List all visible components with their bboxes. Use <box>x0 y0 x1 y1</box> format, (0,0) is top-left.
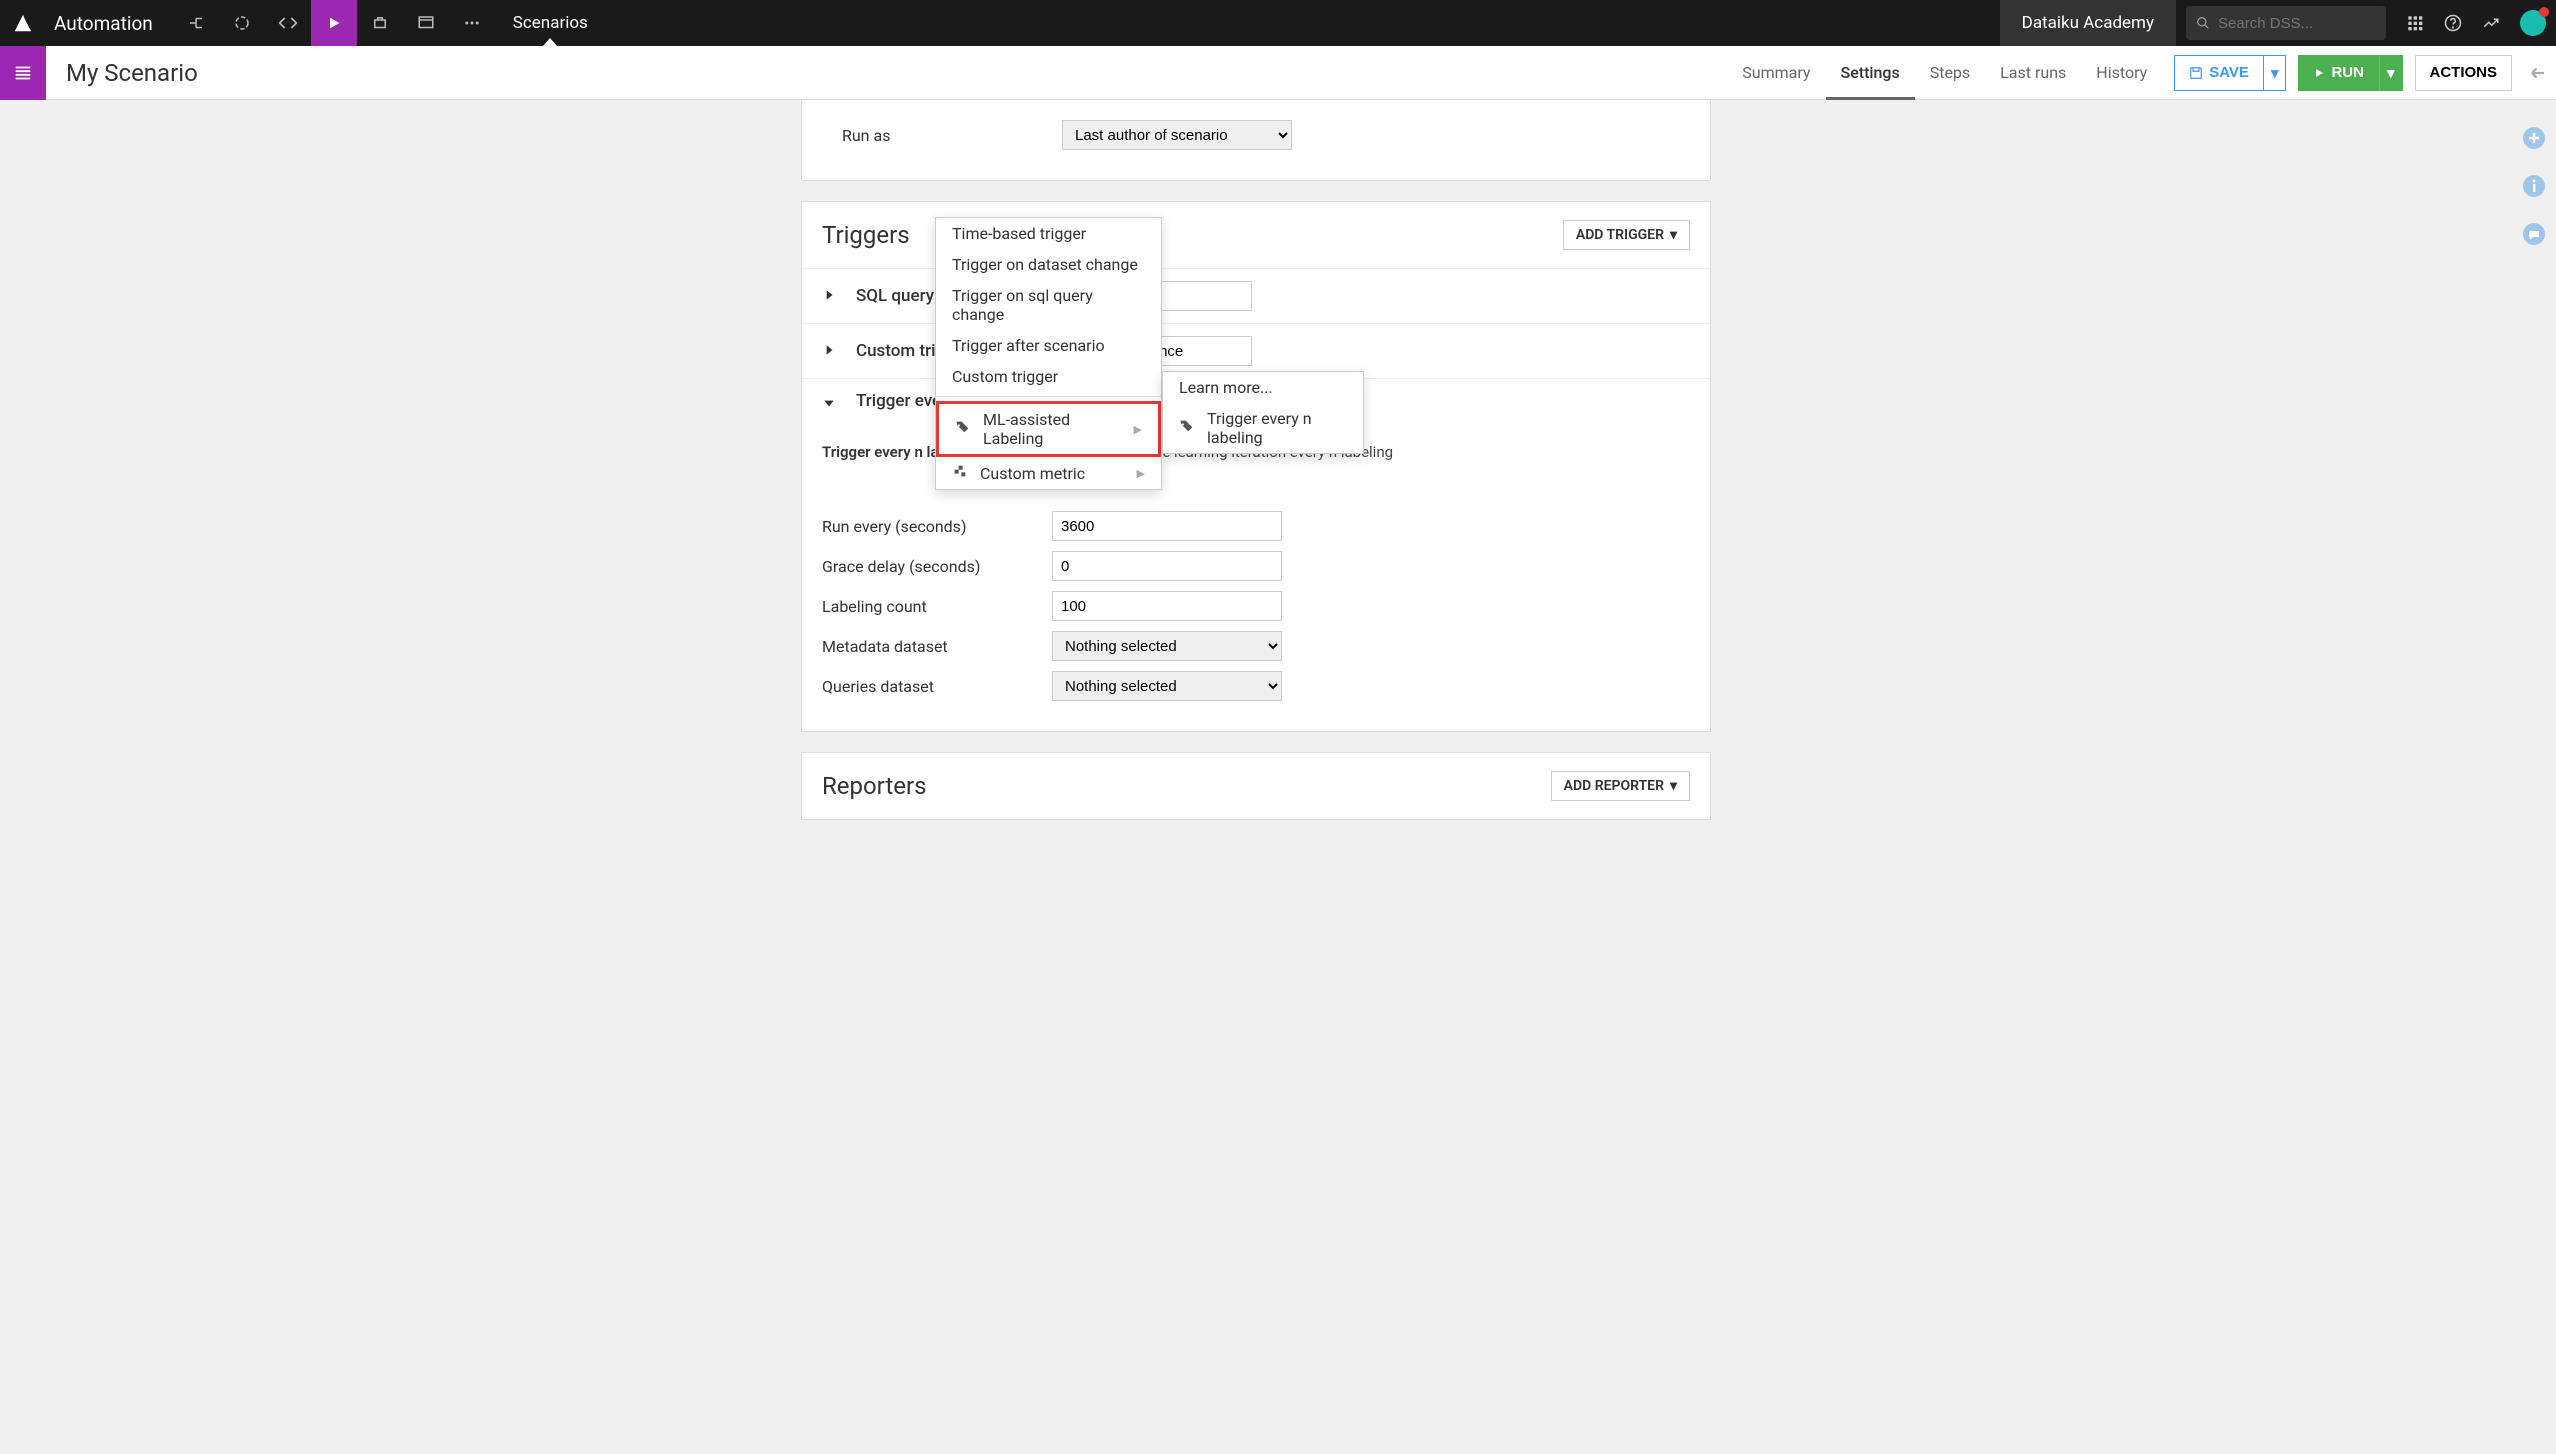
grace-delay-input[interactable] <box>1052 551 1282 581</box>
notification-dot <box>2539 7 2549 17</box>
field-label: Grace delay (seconds) <box>822 557 1052 576</box>
ml-labeling-submenu: Learn more... Trigger every n labeling <box>1162 371 1364 454</box>
submenu-caret-icon: ▶ <box>1134 423 1142 436</box>
field-label: Labeling count <box>822 597 1052 616</box>
field-label: Metadata dataset <box>822 637 1052 656</box>
tab-summary[interactable]: Summary <box>1727 46 1825 100</box>
collapse-panel-icon[interactable] <box>2520 64 2556 82</box>
save-dropdown[interactable]: ▾ <box>2264 55 2287 91</box>
plugin-icon <box>952 463 968 483</box>
runas-select[interactable]: Last author of scenario <box>1062 120 1292 150</box>
section-title: Automation <box>54 12 153 35</box>
scenario-title: My Scenario <box>66 59 198 87</box>
code-icon[interactable] <box>265 0 311 46</box>
field-label: Queries dataset <box>822 677 1052 696</box>
add-reporter-button[interactable]: ADD REPORTER ▾ <box>1551 771 1690 801</box>
play-icon <box>2313 67 2325 79</box>
add-circle-icon[interactable] <box>2520 124 2548 152</box>
play-icon[interactable] <box>311 0 357 46</box>
runas-label: Run as <box>842 126 1062 145</box>
submenu-trigger-n[interactable]: Trigger every n labeling <box>1163 403 1363 453</box>
search-icon <box>2196 15 2210 31</box>
expand-chevron-icon[interactable] <box>822 342 840 361</box>
dashboard-icon[interactable] <box>403 0 449 46</box>
submenu-caret-icon: ▶ <box>1137 467 1145 480</box>
dropdown-item-time[interactable]: Time-based trigger <box>936 218 1161 249</box>
save-button[interactable]: SAVE <box>2174 55 2264 91</box>
tags-icon <box>1179 418 1195 438</box>
triggers-heading: Triggers <box>822 221 910 249</box>
nav-scenarios[interactable]: Scenarios <box>495 0 606 46</box>
chat-circle-icon[interactable] <box>2520 220 2548 248</box>
collapse-chevron-icon[interactable] <box>822 395 840 414</box>
submenu-learn-more[interactable]: Learn more... <box>1163 372 1363 403</box>
labeling-count-input[interactable] <box>1052 591 1282 621</box>
dropdown-item-ml[interactable]: ML-assisted Labeling ▶ <box>936 401 1161 457</box>
tab-lastruns[interactable]: Last runs <box>1985 46 2081 100</box>
search-box[interactable] <box>2186 6 2386 40</box>
run-every-input[interactable] <box>1052 511 1282 541</box>
info-circle-icon[interactable] <box>2520 172 2548 200</box>
job-icon[interactable] <box>357 0 403 46</box>
tab-settings[interactable]: Settings <box>1826 46 1915 100</box>
field-label: Run every (seconds) <box>822 517 1052 536</box>
dropdown-item-custom[interactable]: Custom trigger <box>936 361 1161 392</box>
caret-down-icon: ▾ <box>1670 778 1677 794</box>
tab-steps[interactable]: Steps <box>1915 46 1985 100</box>
actions-button[interactable]: ACTIONS <box>2415 55 2513 91</box>
dropdown-item-metric[interactable]: Custom metric ▶ <box>936 457 1161 489</box>
run-dropdown[interactable]: ▾ <box>2379 55 2403 91</box>
reporters-heading: Reporters <box>822 772 927 800</box>
dropdown-item-after[interactable]: Trigger after scenario <box>936 330 1161 361</box>
more-icon[interactable] <box>449 0 495 46</box>
flow-icon[interactable] <box>173 0 219 46</box>
queries-select[interactable]: Nothing selected <box>1052 671 1282 701</box>
activity-icon[interactable] <box>2472 0 2510 46</box>
run-button[interactable]: RUN <box>2298 55 2379 91</box>
metadata-select[interactable]: Nothing selected <box>1052 631 1282 661</box>
tab-history[interactable]: History <box>2081 46 2162 100</box>
add-trigger-button[interactable]: ADD TRIGGER ▾ <box>1563 220 1690 250</box>
apps-icon[interactable] <box>2396 0 2434 46</box>
caret-down-icon: ▾ <box>1670 227 1677 243</box>
dataiku-logo[interactable] <box>0 12 46 34</box>
search-input[interactable] <box>2218 15 2376 32</box>
tags-icon <box>955 419 971 439</box>
save-icon <box>2189 66 2203 80</box>
help-icon[interactable] <box>2434 0 2472 46</box>
expand-chevron-icon[interactable] <box>822 287 840 306</box>
user-avatar[interactable] <box>2520 10 2546 36</box>
add-trigger-dropdown: Time-based trigger Trigger on dataset ch… <box>935 217 1162 490</box>
dropdown-item-dataset[interactable]: Trigger on dataset change <box>936 249 1161 280</box>
project-name[interactable]: Dataiku Academy <box>2000 0 2176 46</box>
cycle-icon[interactable] <box>219 0 265 46</box>
dropdown-item-sql[interactable]: Trigger on sql query change <box>936 280 1161 330</box>
scenarios-list-icon[interactable] <box>0 46 46 100</box>
